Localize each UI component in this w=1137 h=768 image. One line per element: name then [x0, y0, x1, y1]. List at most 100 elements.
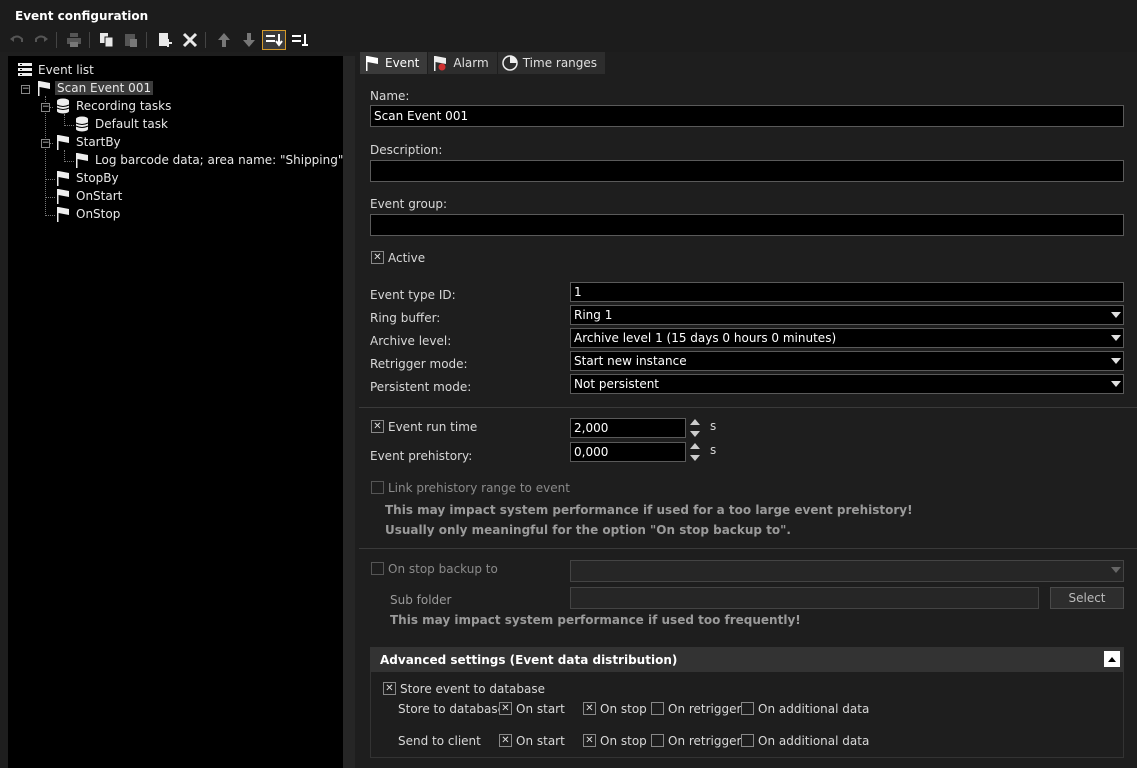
event-tree[interactable]: Event list − Scan Event 001 − Recording … [8, 56, 347, 768]
sort-icon[interactable] [262, 30, 286, 50]
warning-frequently: This may impact system performance if us… [390, 613, 801, 627]
archive-level-select[interactable]: Archive level 1 (15 days 0 hours 0 minut… [570, 328, 1124, 348]
chevron-down-icon [1111, 381, 1121, 387]
expander-recording-tasks[interactable]: − [41, 103, 50, 112]
warning-prehistory: This may impact system performance if us… [385, 503, 913, 517]
client-on-start-label: On start [516, 734, 565, 748]
store-db-on-start-checkbox[interactable]: ✕ [499, 702, 512, 715]
sub-folder-label: Sub folder [390, 593, 452, 607]
tree-item-recording-tasks[interactable]: Recording tasks [55, 97, 173, 115]
toolbar [0, 28, 1137, 52]
store-db-on-retrigger-label: On retrigger [668, 702, 742, 716]
sort-alt-icon[interactable] [288, 30, 312, 50]
flag-icon [364, 55, 380, 71]
pane-splitter[interactable] [343, 56, 355, 768]
flag-icon [55, 206, 71, 222]
print-icon[interactable] [63, 30, 85, 50]
client-on-stop-label: On stop [600, 734, 647, 748]
flag-icon [74, 152, 90, 168]
select-button[interactable]: Select [1050, 587, 1124, 609]
store-db-on-retrigger-checkbox[interactable] [651, 702, 664, 715]
spin-up-icon[interactable] [690, 443, 700, 449]
flag-icon [55, 134, 71, 150]
client-on-additional-checkbox[interactable] [741, 734, 754, 747]
active-checkbox[interactable]: ✕ [371, 251, 384, 264]
flag-icon [55, 170, 71, 186]
retrigger-mode-select[interactable]: Start new instance [570, 351, 1124, 371]
tree-item-default-task[interactable]: Default task [74, 115, 170, 133]
tree-item-onstop[interactable]: OnStop [55, 205, 122, 223]
persistent-mode-label: Persistent mode: [370, 380, 472, 394]
link-prehistory-label: Link prehistory range to event [388, 481, 570, 495]
store-db-on-stop-checkbox[interactable]: ✕ [583, 702, 596, 715]
flag-icon [36, 80, 52, 96]
event-run-time-label: Event run time [388, 420, 478, 434]
expander-startby[interactable]: − [41, 139, 50, 148]
event-group-label: Event group: [370, 197, 448, 211]
advanced-settings-header[interactable]: Advanced settings (Event data distributi… [370, 647, 1124, 672]
tree-item-startby[interactable]: StartBy [55, 133, 123, 151]
tree-item-scan-event[interactable]: Scan Event 001 [36, 79, 154, 97]
description-input[interactable] [370, 160, 1124, 182]
retrigger-mode-label: Retrigger mode: [370, 357, 468, 371]
store-event-checkbox[interactable]: ✕ [383, 682, 396, 695]
spin-down-icon[interactable] [690, 431, 700, 437]
copy-icon[interactable] [96, 30, 118, 50]
spin-down-icon[interactable] [690, 455, 700, 461]
client-on-start-checkbox[interactable]: ✕ [499, 734, 512, 747]
collapse-icon[interactable] [1104, 651, 1120, 667]
store-db-on-additional-label: On additional data [758, 702, 870, 716]
run-time-unit: s [710, 419, 717, 433]
paste-icon[interactable] [120, 30, 142, 50]
redo-icon[interactable] [30, 30, 52, 50]
event-run-time-input[interactable]: 2,000 [570, 418, 686, 438]
chevron-down-icon [1111, 335, 1121, 341]
event-prehistory-input[interactable]: 0,000 [570, 442, 686, 462]
expander-scan-event[interactable]: − [21, 85, 30, 94]
delete-icon[interactable] [179, 30, 201, 50]
tab-alarm[interactable]: Alarm [428, 52, 497, 74]
section-divider [359, 548, 1137, 549]
store-to-db-label: Store to database [398, 702, 506, 716]
link-prehistory-checkbox[interactable] [371, 481, 384, 494]
move-down-icon[interactable] [238, 30, 260, 50]
sub-folder-input[interactable] [570, 587, 1039, 609]
event-run-time-spinner[interactable] [688, 417, 702, 439]
archive-level-label: Archive level: [370, 334, 452, 348]
ring-buffer-label: Ring buffer: [370, 311, 441, 325]
ring-buffer-select[interactable]: Ring 1 [570, 305, 1124, 325]
tree-item-stopby[interactable]: StopBy [55, 169, 121, 187]
spin-up-icon[interactable] [690, 419, 700, 425]
name-input[interactable]: Scan Event 001 [370, 105, 1124, 127]
tree-item-onstart[interactable]: OnStart [55, 187, 124, 205]
flag-icon [55, 188, 71, 204]
event-run-time-checkbox[interactable]: ✕ [371, 420, 384, 433]
client-on-stop-checkbox[interactable]: ✕ [583, 734, 596, 747]
alarm-icon [432, 55, 448, 71]
event-type-id-input[interactable]: 1 [570, 282, 1124, 302]
on-stop-backup-checkbox[interactable] [371, 562, 384, 575]
store-db-on-start-label: On start [516, 702, 565, 716]
persistent-mode-select[interactable]: Not persistent [570, 374, 1124, 394]
add-icon[interactable] [154, 30, 176, 50]
tab-bar: Event Alarm Time ranges [360, 52, 606, 74]
client-on-retrigger-checkbox[interactable] [651, 734, 664, 747]
on-stop-backup-label: On stop backup to [388, 562, 498, 576]
store-db-on-stop-label: On stop [600, 702, 647, 716]
clock-icon [501, 55, 518, 71]
backup-target-select[interactable] [570, 560, 1124, 582]
store-db-on-additional-checkbox[interactable] [741, 702, 754, 715]
send-to-client-label: Send to client [398, 734, 481, 748]
event-prehistory-spinner[interactable] [688, 441, 702, 463]
undo-icon[interactable] [6, 30, 28, 50]
event-group-input[interactable] [370, 214, 1124, 236]
move-up-icon[interactable] [213, 30, 235, 50]
tree-item-log-barcode[interactable]: Log barcode data; area name: "Shipping"; [74, 151, 349, 169]
name-label: Name: [370, 89, 410, 103]
tab-time-ranges[interactable]: Time ranges [497, 52, 606, 74]
chevron-down-icon [1111, 358, 1121, 364]
section-divider [359, 407, 1137, 408]
tab-event[interactable]: Event [360, 52, 428, 74]
database-icon [55, 98, 71, 114]
tree-root-event-list[interactable]: Event list [17, 61, 96, 79]
